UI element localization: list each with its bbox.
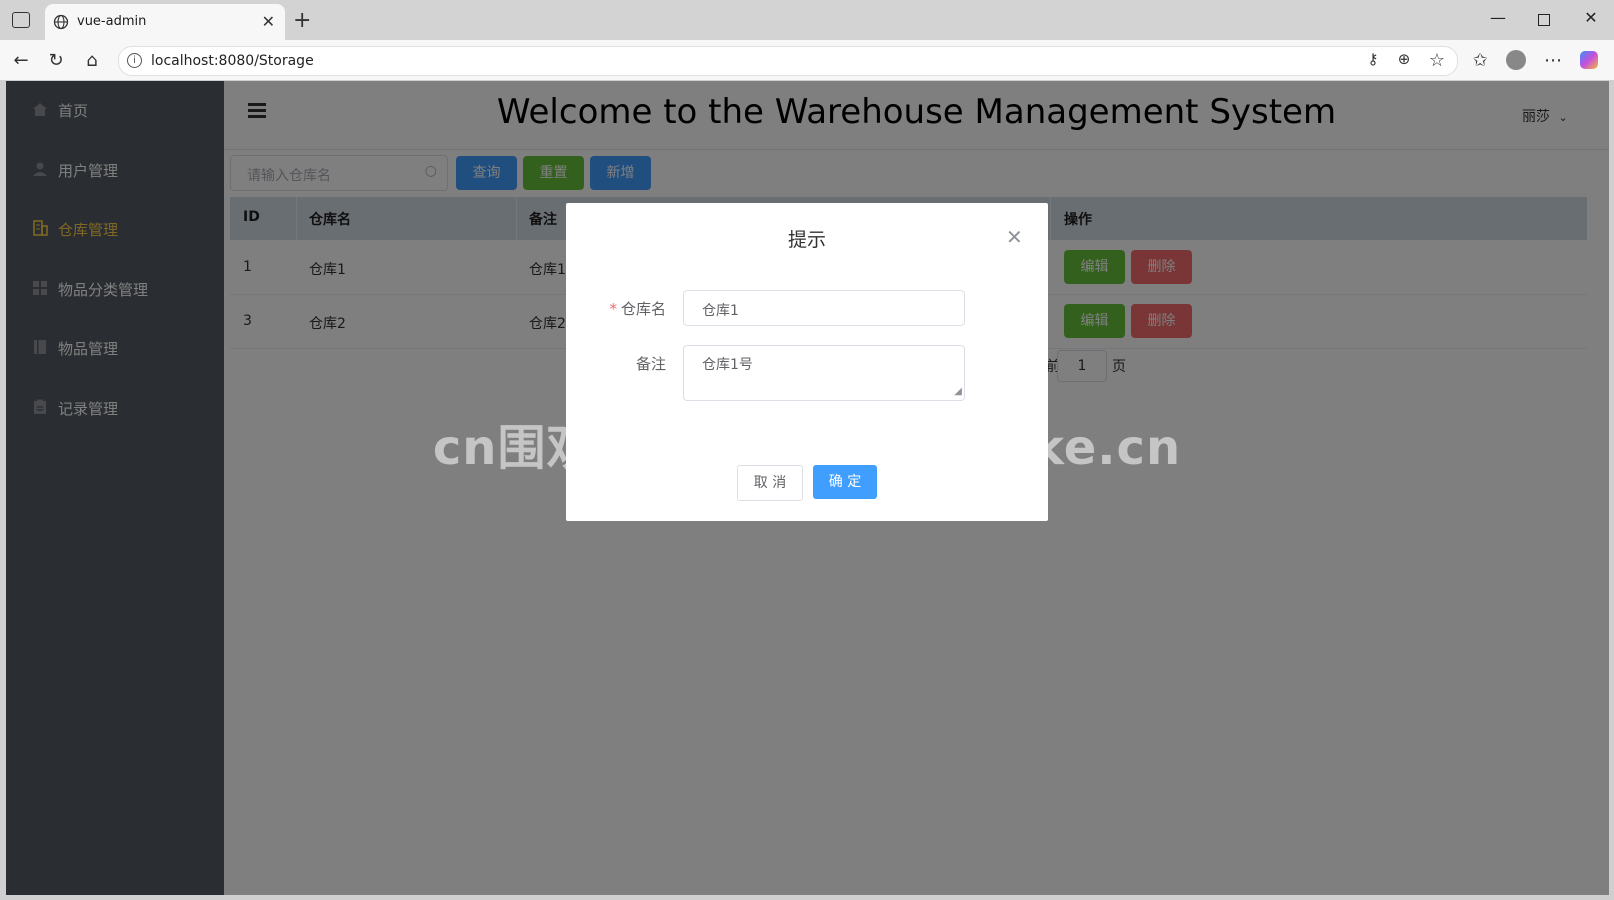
tab-actions-icon[interactable] [12,12,30,28]
copilot-icon[interactable] [1580,51,1598,69]
globe-icon [53,14,69,30]
back-icon[interactable]: ← [8,50,34,71]
browser-tab[interactable]: vue-admin ✕ [45,4,285,40]
minimize-icon[interactable]: — [1483,8,1513,27]
maximize-icon[interactable] [1538,14,1550,26]
name-label-text: 仓库名 [620,300,666,318]
storage-name-value: 仓库1 [702,303,739,319]
password-key-icon[interactable]: ⚷ [1360,50,1386,68]
tab-title: vue-admin [77,14,147,29]
favorites-icon[interactable]: ✩ [1467,50,1493,71]
more-menu-icon[interactable]: ⋯ [1540,50,1566,71]
remark-field-label: 备注 [635,355,666,373]
storage-name-input[interactable]: 仓库1 [683,290,965,326]
watermark: cn围观客www.weiguanke.cn [432,420,1182,476]
url-text: localhost:8080/Storage [151,53,314,69]
zoom-icon[interactable]: ⊕ [1391,50,1417,68]
tab-close-icon[interactable]: ✕ [262,12,275,31]
remark-value: 仓库1号 [702,357,753,373]
close-icon[interactable]: ✕ [1006,225,1023,249]
resize-handle-icon[interactable]: ◢ [954,386,962,397]
home-icon[interactable]: ⌂ [79,50,105,71]
dialog-title: 提示 [787,229,826,251]
window-close-icon[interactable]: ✕ [1576,8,1606,27]
url-field[interactable]: i localhost:8080/Storage [118,46,1458,76]
new-tab-icon[interactable]: + [293,8,311,33]
required-asterisk: * [609,300,617,318]
site-info-icon[interactable]: i [127,53,142,68]
remark-textarea[interactable]: 仓库1号 ◢ [683,345,965,401]
favorite-star-icon[interactable]: ☆ [1424,50,1450,71]
profile-avatar-icon[interactable] [1506,50,1526,70]
reload-icon[interactable]: ↻ [43,50,69,71]
name-field-label: * 仓库名 [566,298,666,319]
